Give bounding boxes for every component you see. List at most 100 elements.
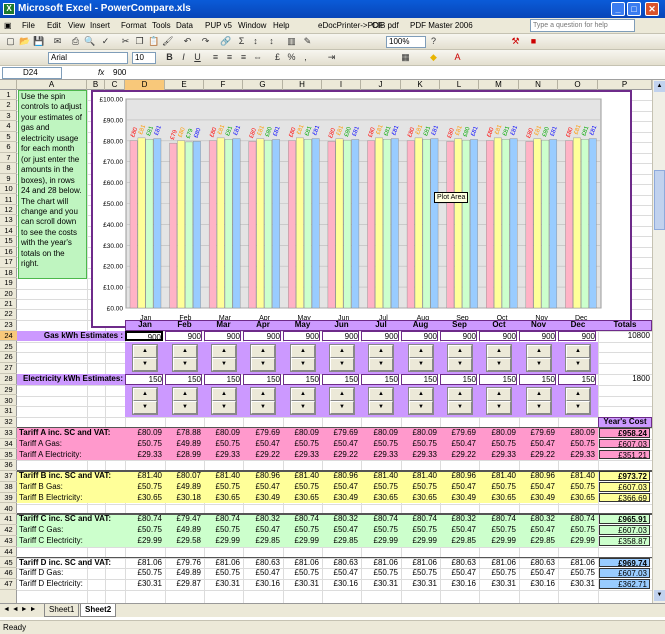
row-header-43[interactable]: 43 (0, 536, 17, 547)
formula-value[interactable]: 900 (113, 66, 126, 79)
gas-spinner[interactable]: ▲ ▼ (211, 343, 237, 372)
column-header-m[interactable]: M (479, 80, 519, 90)
spin-down-icon[interactable]: ▼ (369, 357, 393, 371)
spin-up-icon[interactable]: ▲ (133, 387, 157, 401)
name-box[interactable]: D24 (2, 67, 62, 79)
spin-down-icon[interactable]: ▼ (527, 357, 551, 371)
spin-up-icon[interactable]: ▲ (173, 387, 197, 401)
spin-up-icon[interactable]: ▲ (369, 387, 393, 401)
tab-sheet1[interactable]: Sheet1 (44, 604, 80, 617)
menu-edit[interactable]: Edit (47, 18, 61, 34)
spin-down-icon[interactable]: ▼ (133, 357, 157, 371)
spin-up-icon[interactable]: ▲ (212, 387, 236, 401)
electricity-estimate-input[interactable]: 150 (243, 373, 281, 385)
electricity-spinner[interactable]: ▲ ▼ (408, 386, 434, 416)
gas-estimate-input[interactable]: 900 (401, 330, 438, 342)
row-header-7[interactable]: 7 (0, 153, 17, 164)
column-header-l[interactable]: L (440, 80, 479, 90)
column-header-a[interactable]: A (17, 80, 87, 90)
row-header-22[interactable]: 22 (0, 309, 17, 320)
electricity-spinner[interactable]: ▲ ▼ (290, 386, 316, 416)
underline-icon[interactable]: U (192, 52, 203, 63)
fx-icon[interactable]: fx (98, 66, 104, 79)
row-header-16[interactable]: 16 (0, 247, 17, 258)
row-header-14[interactable]: 14 (0, 226, 17, 237)
gas-estimate-input[interactable]: 900 (519, 330, 556, 342)
spin-up-icon[interactable]: ▲ (330, 344, 354, 358)
row-header-17[interactable]: 17 (0, 257, 17, 268)
spin-down-icon[interactable]: ▼ (409, 357, 433, 371)
tab-sheet2[interactable]: Sheet2 (80, 604, 117, 617)
spin-down-icon[interactable]: ▼ (566, 400, 590, 415)
column-header-p[interactable]: P (598, 80, 652, 90)
row-header-1[interactable]: 1 (0, 90, 17, 101)
spin-up-icon[interactable]: ▲ (527, 344, 551, 358)
row-header-37[interactable]: 37 (0, 471, 17, 482)
spin-down-icon[interactable]: ▼ (173, 357, 197, 371)
redo-icon[interactable]: ↷ (200, 36, 211, 47)
column-header-b[interactable]: B (87, 80, 105, 90)
spin-up-icon[interactable]: ▲ (251, 387, 275, 401)
spin-up-icon[interactable]: ▲ (566, 344, 590, 358)
font-color-icon[interactable]: A (452, 52, 463, 63)
row-header-26[interactable]: 26 (0, 352, 17, 364)
gas-estimate-input[interactable]: 900 (243, 330, 281, 342)
bold-icon[interactable]: B (164, 52, 175, 63)
scroll-up-icon[interactable]: ▲ (654, 81, 665, 92)
row-header-44[interactable]: 44 (0, 547, 17, 558)
column-header-o[interactable]: O (558, 80, 598, 90)
menu-tools[interactable]: Tools (152, 18, 171, 34)
menu-window[interactable]: Window (238, 18, 266, 34)
save-icon[interactable]: 💾 (33, 36, 44, 47)
sort-asc-icon[interactable]: ↕ (250, 36, 261, 47)
row-header-9[interactable]: 9 (0, 174, 17, 185)
electricity-estimate-input[interactable]: 150 (440, 373, 477, 385)
menu-insert[interactable]: Insert (90, 18, 110, 34)
merge-icon[interactable]: ⇔ (252, 52, 263, 63)
row-header-30[interactable]: 30 (0, 396, 17, 407)
electricity-spinner[interactable]: ▲ ▼ (486, 386, 512, 416)
stop-icon[interactable]: ■ (528, 36, 539, 47)
spin-down-icon[interactable]: ▼ (291, 400, 315, 415)
maximize-button[interactable]: □ (627, 2, 641, 16)
select-all-corner[interactable] (0, 80, 17, 90)
spin-down-icon[interactable]: ▼ (330, 400, 354, 415)
format-painter-icon[interactable]: 🖌 (162, 36, 173, 47)
indent-icon[interactable]: ⇥ (326, 52, 337, 63)
gas-estimate-input[interactable]: 900 (283, 330, 320, 342)
gas-estimate-input[interactable]: 900 (125, 330, 163, 342)
font-size-combo[interactable]: 10 (132, 52, 156, 64)
row-header-31[interactable]: 31 (0, 406, 17, 418)
spin-up-icon[interactable]: ▲ (448, 387, 472, 401)
spin-up-icon[interactable]: ▲ (212, 344, 236, 358)
spin-down-icon[interactable]: ▼ (566, 357, 590, 371)
row-header-47[interactable]: 47 (0, 579, 17, 590)
minimize-button[interactable]: _ (611, 2, 625, 16)
electricity-spinner[interactable]: ▲ ▼ (368, 386, 394, 416)
row-header-10[interactable]: 10 (0, 184, 17, 195)
menu-pdf-master-2006[interactable]: PDF Master 2006 (410, 18, 473, 34)
spin-up-icon[interactable]: ▲ (291, 344, 315, 358)
electricity-estimate-input[interactable]: 150 (204, 373, 241, 385)
chart-wizard-icon[interactable]: ▥ (286, 36, 297, 47)
electricity-spinner[interactable]: ▲ ▼ (211, 386, 237, 416)
column-header-g[interactable]: G (243, 80, 283, 90)
vertical-scrollbar[interactable]: ▲ ▼ (652, 80, 665, 603)
electricity-estimate-input[interactable]: 150 (322, 373, 359, 385)
align-left-icon[interactable]: ≡ (210, 52, 221, 63)
undo-icon[interactable]: ↶ (182, 36, 193, 47)
tab-nav-icon[interactable]: ◄ ◄ ► ► (3, 606, 37, 613)
row-header-35[interactable]: 35 (0, 450, 17, 461)
row-header-28[interactable]: 28 (0, 374, 17, 385)
electricity-estimate-input[interactable]: 150 (401, 373, 438, 385)
electricity-estimate-input[interactable]: 150 (519, 373, 556, 385)
gas-estimate-input[interactable]: 900 (440, 330, 477, 342)
spin-down-icon[interactable]: ▼ (448, 400, 472, 415)
spin-down-icon[interactable]: ▼ (212, 400, 236, 415)
row-header-13[interactable]: 13 (0, 215, 17, 226)
permission-icon[interactable]: ✉ (52, 36, 63, 47)
electricity-estimate-input[interactable]: 150 (361, 373, 399, 385)
spin-down-icon[interactable]: ▼ (448, 357, 472, 371)
column-header-e[interactable]: E (165, 80, 204, 90)
borders-icon[interactable]: ▦ (400, 52, 411, 63)
